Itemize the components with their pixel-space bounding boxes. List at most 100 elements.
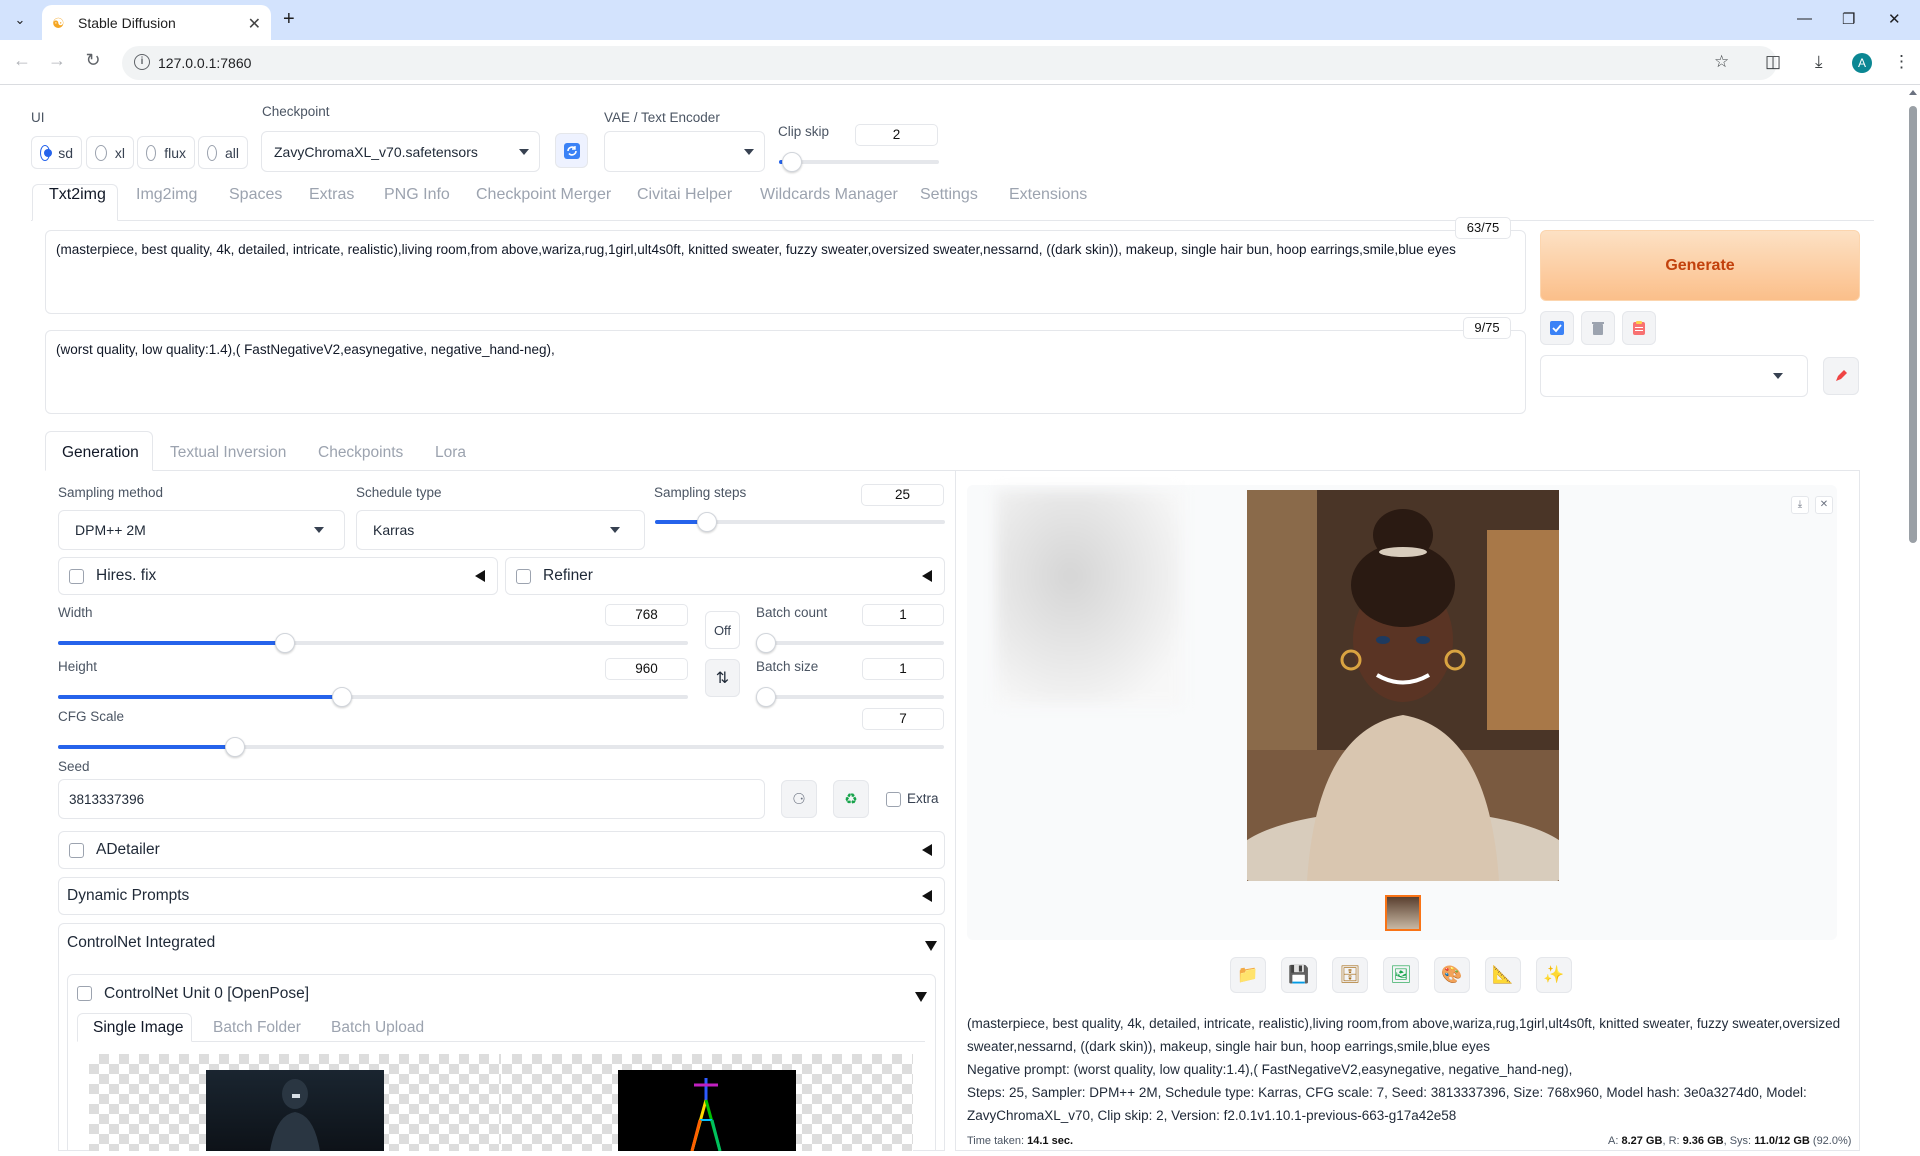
upscale-button[interactable]: ✨ [1536, 957, 1572, 993]
tab-extensions[interactable]: Extensions [1009, 186, 1087, 204]
restore-icon[interactable]: ❐ [1842, 10, 1855, 28]
gallery-thumbnail[interactable] [1385, 895, 1421, 931]
back-icon[interactable]: ← [10, 50, 34, 71]
generated-image[interactable] [1247, 490, 1559, 881]
save-button[interactable]: 💾 [1281, 957, 1317, 993]
slider-thumb[interactable] [781, 152, 802, 172]
send-to-extras-button[interactable]: 📐 [1485, 957, 1521, 993]
hires-fix-accordion[interactable]: Hires. fix [58, 557, 498, 595]
tab-lora[interactable]: Lora [435, 444, 466, 462]
extensions-icon[interactable]: ◫ [1765, 52, 1781, 72]
controlnet-unit-header[interactable]: ControlNet Unit 0 [OpenPose] [77, 985, 927, 1007]
sampling-steps-input[interactable]: 25 [861, 484, 944, 506]
download-image-icon[interactable]: ⤓ [1791, 496, 1809, 514]
batch-size-input[interactable]: 1 [862, 658, 944, 680]
slider-thumb[interactable] [756, 687, 776, 707]
generate-button[interactable]: Generate [1540, 230, 1860, 301]
scrollbar-thumb[interactable] [1909, 106, 1917, 543]
ui-radio-sd[interactable]: sd [31, 136, 82, 169]
profile-avatar[interactable]: A [1852, 53, 1872, 73]
positive-prompt-textarea[interactable]: (masterpiece, best quality, 4k, detailed… [45, 230, 1526, 314]
tab-checkpoints[interactable]: Checkpoints [318, 444, 403, 462]
clear-prompt-button[interactable] [1581, 311, 1615, 345]
clip-skip-input[interactable]: 2 [855, 124, 938, 146]
extra-checkbox[interactable] [886, 791, 901, 807]
tab-extras[interactable]: Extras [309, 186, 354, 204]
checkpoint-dropdown[interactable]: ZavyChromaXL_v70.safetensors [261, 131, 540, 172]
swap-off-button[interactable]: Off [705, 611, 740, 649]
refresh-checkpoints-button[interactable] [555, 133, 588, 168]
vae-dropdown[interactable] [604, 131, 765, 172]
tab-png-info[interactable]: PNG Info [384, 186, 450, 204]
chrome-menu-icon[interactable]: ⋮ [1893, 52, 1910, 72]
new-tab-icon[interactable]: + [283, 8, 295, 31]
tab-textual-inversion[interactable]: Textual Inversion [170, 444, 286, 462]
close-image-icon[interactable]: ✕ [1815, 496, 1833, 514]
address-bar[interactable]: i 127.0.0.1:7860 [122, 46, 1777, 80]
adetailer-accordion[interactable]: ADetailer [58, 831, 945, 869]
send-to-img2img-button[interactable]: 🖼 [1383, 957, 1419, 993]
hires-fix-checkbox[interactable] [69, 568, 84, 584]
batch-size-slider[interactable] [756, 687, 944, 707]
reload-icon[interactable]: ↻ [81, 50, 105, 71]
negative-prompt-textarea[interactable]: (worst quality, low quality:1.4),( FastN… [45, 330, 1526, 414]
batch-count-slider[interactable] [756, 633, 944, 653]
adetailer-checkbox[interactable] [69, 842, 84, 858]
random-seed-button[interactable]: ⚆ [781, 780, 817, 818]
ui-radio-xl[interactable]: xl [86, 136, 134, 169]
batch-size-label: Batch size [756, 659, 819, 674]
batch-count-input[interactable]: 1 [862, 604, 944, 626]
controlnet-header[interactable]: ControlNet Integrated [67, 934, 937, 956]
swap-dimensions-button[interactable]: ⇅ [705, 659, 740, 697]
checkbox-icon [1550, 321, 1564, 335]
tab-wildcards-manager[interactable]: Wildcards Manager [760, 186, 898, 204]
open-folder-button[interactable]: 📁 [1230, 957, 1266, 993]
refiner-accordion[interactable]: Refiner [505, 557, 945, 595]
height-slider[interactable] [58, 687, 688, 707]
schedule-type-dropdown[interactable]: Karras [356, 510, 645, 550]
tab-search-button[interactable]: ⌄ [8, 8, 32, 32]
close-tab-icon[interactable]: ✕ [248, 14, 261, 34]
styles-dropdown[interactable] [1540, 355, 1808, 397]
minimize-icon[interactable]: — [1797, 10, 1812, 27]
tab-batch-folder[interactable]: Batch Folder [213, 1019, 301, 1037]
edit-styles-button[interactable] [1823, 357, 1859, 395]
height-input[interactable]: 960 [605, 658, 688, 680]
sampling-steps-slider[interactable] [655, 512, 945, 532]
browser-tab[interactable]: ☯ Stable Diffusion ✕ [42, 5, 271, 40]
window-close-icon[interactable]: ✕ [1888, 10, 1901, 28]
tab-civitai-helper[interactable]: Civitai Helper [637, 186, 732, 204]
downloads-icon[interactable]: ⤓ [1815, 52, 1823, 72]
slider-thumb[interactable] [756, 633, 776, 653]
controlnet-unit-checkbox[interactable] [77, 986, 92, 1002]
tab-checkpoint-merger[interactable]: Checkpoint Merger [476, 186, 611, 204]
slider-thumb[interactable] [331, 687, 352, 707]
slider-thumb[interactable] [274, 633, 295, 653]
tab-settings[interactable]: Settings [920, 186, 978, 204]
width-slider[interactable] [58, 633, 688, 653]
page-scrollbar[interactable] [1906, 86, 1920, 1151]
ui-radio-flux[interactable]: flux [137, 136, 195, 169]
bookmark-star-icon[interactable]: ☆ [1714, 52, 1729, 72]
sampling-method-dropdown[interactable]: DPM++ 2M [58, 510, 345, 550]
cfg-scale-slider[interactable] [58, 737, 944, 757]
clip-skip-slider[interactable] [779, 152, 939, 172]
width-input[interactable]: 768 [605, 604, 688, 626]
extra-seed-toggle[interactable]: Extra [886, 791, 939, 807]
ui-radio-all[interactable]: all [198, 136, 248, 169]
scroll-up-arrow-icon[interactable] [1909, 90, 1917, 95]
dynamic-prompts-accordion[interactable]: Dynamic Prompts [58, 877, 945, 915]
refiner-checkbox[interactable] [516, 568, 531, 584]
send-to-inpaint-button[interactable]: 🎨 [1434, 957, 1470, 993]
reuse-seed-button[interactable]: ♻ [833, 780, 869, 818]
seed-input[interactable]: 3813337396 [58, 779, 765, 819]
forward-icon[interactable]: → [45, 50, 69, 71]
zip-button[interactable]: 🗄 [1332, 957, 1368, 993]
paste-prompt-button[interactable] [1622, 311, 1656, 345]
apply-style-button[interactable] [1540, 311, 1574, 345]
tab-spaces[interactable]: Spaces [229, 186, 282, 204]
tab-batch-upload[interactable]: Batch Upload [331, 1019, 424, 1037]
tab-img2img[interactable]: Img2img [136, 186, 197, 204]
cfg-scale-input[interactable]: 7 [862, 708, 944, 730]
site-info-icon[interactable]: i [134, 54, 150, 70]
